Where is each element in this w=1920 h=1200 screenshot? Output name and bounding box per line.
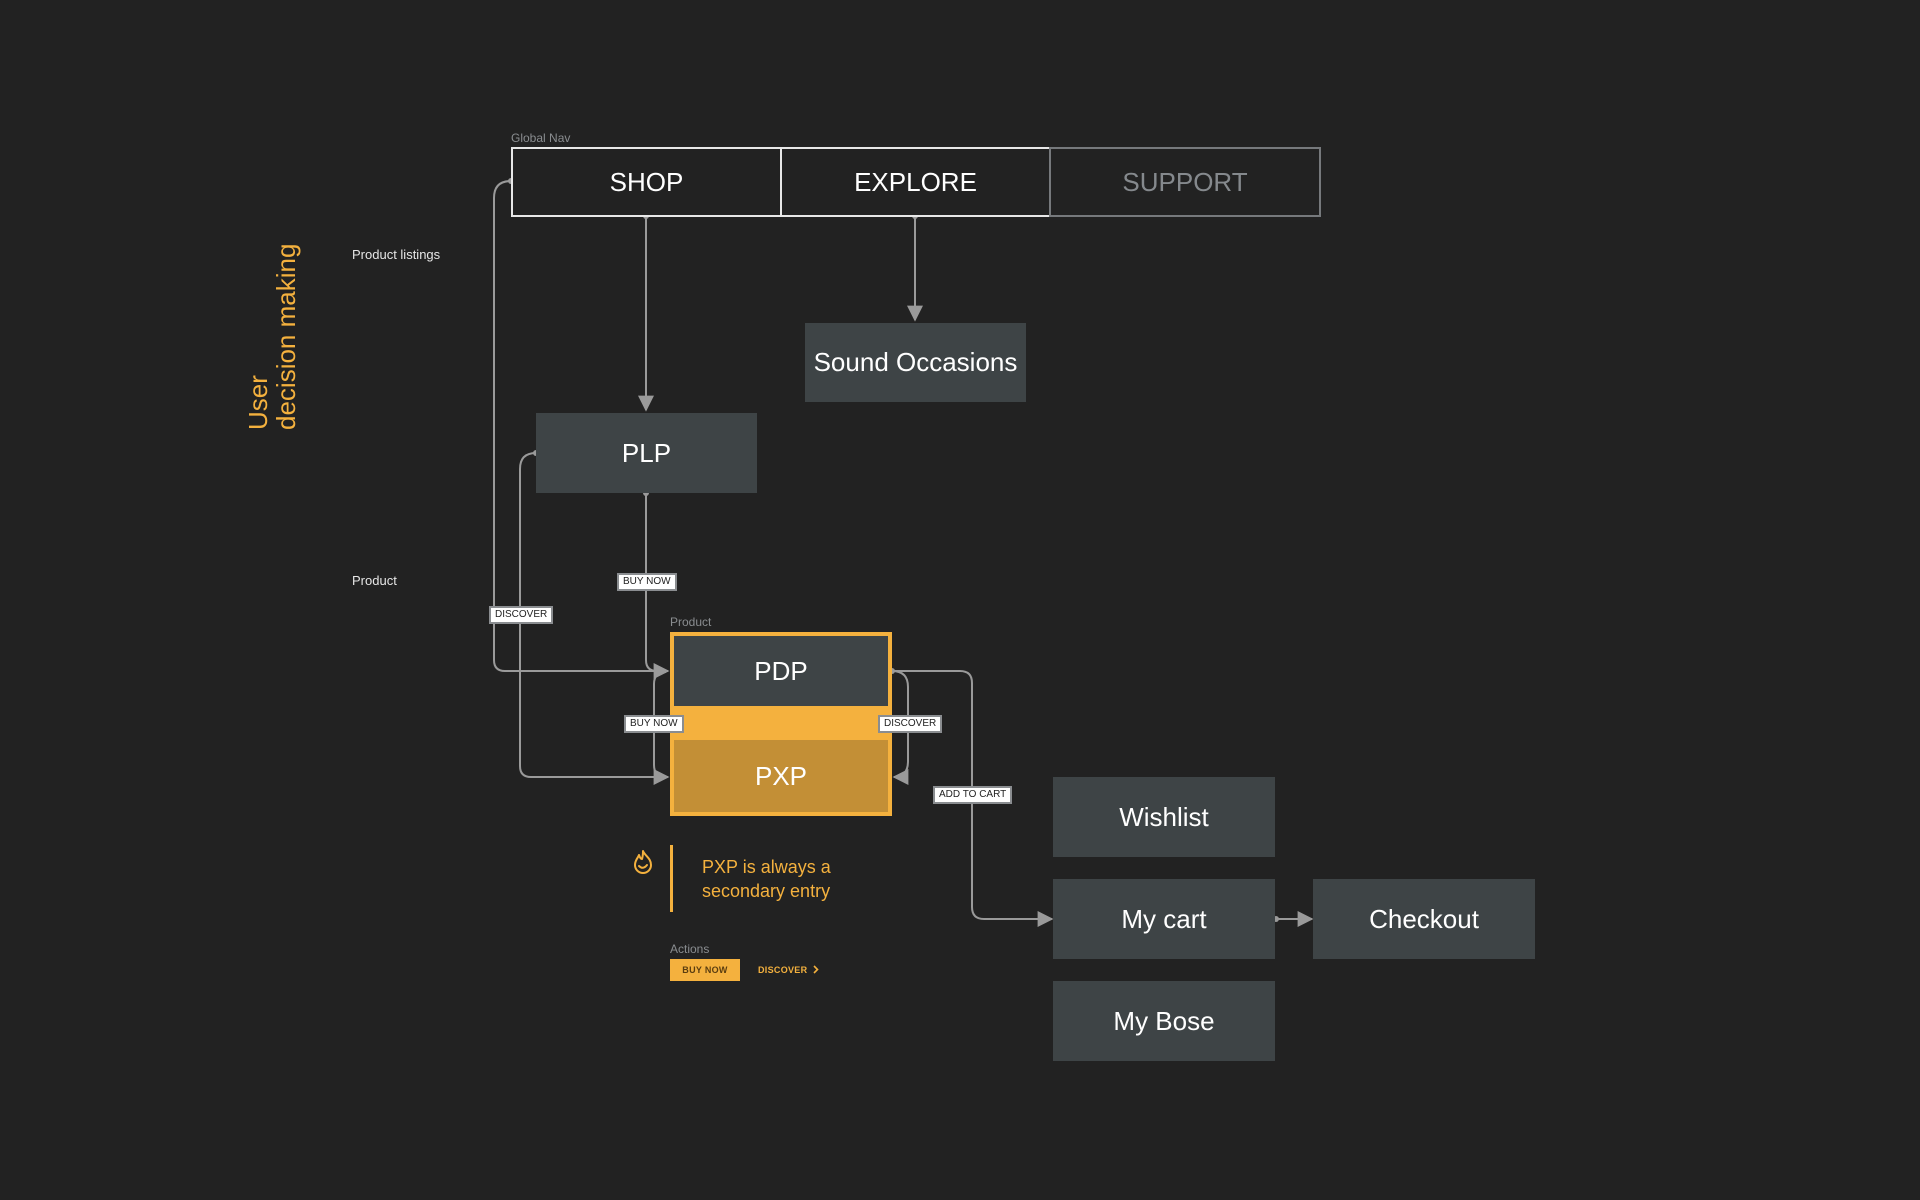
edge-label-nav-discover: DISCOVER [489, 606, 554, 624]
node-pdp[interactable]: PDP [674, 636, 888, 706]
edge-label-add-to-cart: ADD TO CART [933, 786, 1013, 804]
discover-link-label: DISCOVER [758, 965, 808, 975]
node-wishlist[interactable]: Wishlist [1053, 777, 1275, 857]
edge-label-pxp-buy-now: BUY NOW [624, 715, 684, 733]
nav-explore-label: EXPLORE [854, 166, 977, 197]
nav-support-label: SUPPORT [1122, 166, 1248, 197]
side-title-line1: User [243, 375, 273, 430]
product-group-label: Product [670, 615, 712, 629]
buy-now-button[interactable]: BUY NOW [670, 959, 740, 981]
edge-label-pxp-discover: DISCOVER [878, 715, 943, 733]
node-sound-occasions-label: Sound Occasions [813, 347, 1018, 377]
global-nav-label: Global Nav [511, 131, 571, 145]
note-text: PXP is always a secondary entry [702, 855, 831, 903]
node-plp-label: PLP [621, 437, 672, 468]
node-my-bose-label: My Bose [1113, 1005, 1215, 1036]
node-sound-occasions[interactable]: Sound Occasions [805, 323, 1026, 402]
node-my-cart[interactable]: My cart [1053, 879, 1275, 959]
node-plp[interactable]: PLP [536, 413, 757, 493]
node-my-cart-label: My cart [1121, 903, 1207, 934]
node-pdp-label: PDP [754, 655, 808, 686]
node-pxp[interactable]: PXP [674, 740, 888, 812]
nav-support[interactable]: SUPPORT [1049, 147, 1321, 217]
note-text-line1: PXP is always a [702, 857, 831, 877]
node-checkout-label: Checkout [1369, 903, 1479, 934]
nav-shop-label: SHOP [609, 166, 684, 197]
node-pxp-label: PXP [754, 760, 808, 791]
node-wishlist-label: Wishlist [1119, 801, 1209, 832]
note-divider [670, 845, 673, 912]
edge-label-plp-buy-now: BUY NOW [617, 573, 677, 591]
side-title-line2: decision making [271, 243, 301, 430]
row-label-product-listings: Product listings [352, 247, 441, 262]
actions-label: Actions [670, 942, 710, 956]
note-text-line2: secondary entry [702, 881, 831, 901]
nav-explore[interactable]: EXPLORE [780, 147, 1051, 217]
discover-link[interactable]: DISCOVER [758, 959, 820, 981]
node-my-bose[interactable]: My Bose [1053, 981, 1275, 1061]
side-title: User decision making [243, 243, 301, 430]
node-checkout[interactable]: Checkout [1313, 879, 1535, 959]
buy-now-button-label: BUY NOW [682, 965, 728, 975]
row-label-product: Product [352, 573, 397, 588]
nav-shop[interactable]: SHOP [511, 147, 782, 217]
flame-icon [628, 848, 658, 878]
chevron-right-icon [813, 964, 820, 976]
